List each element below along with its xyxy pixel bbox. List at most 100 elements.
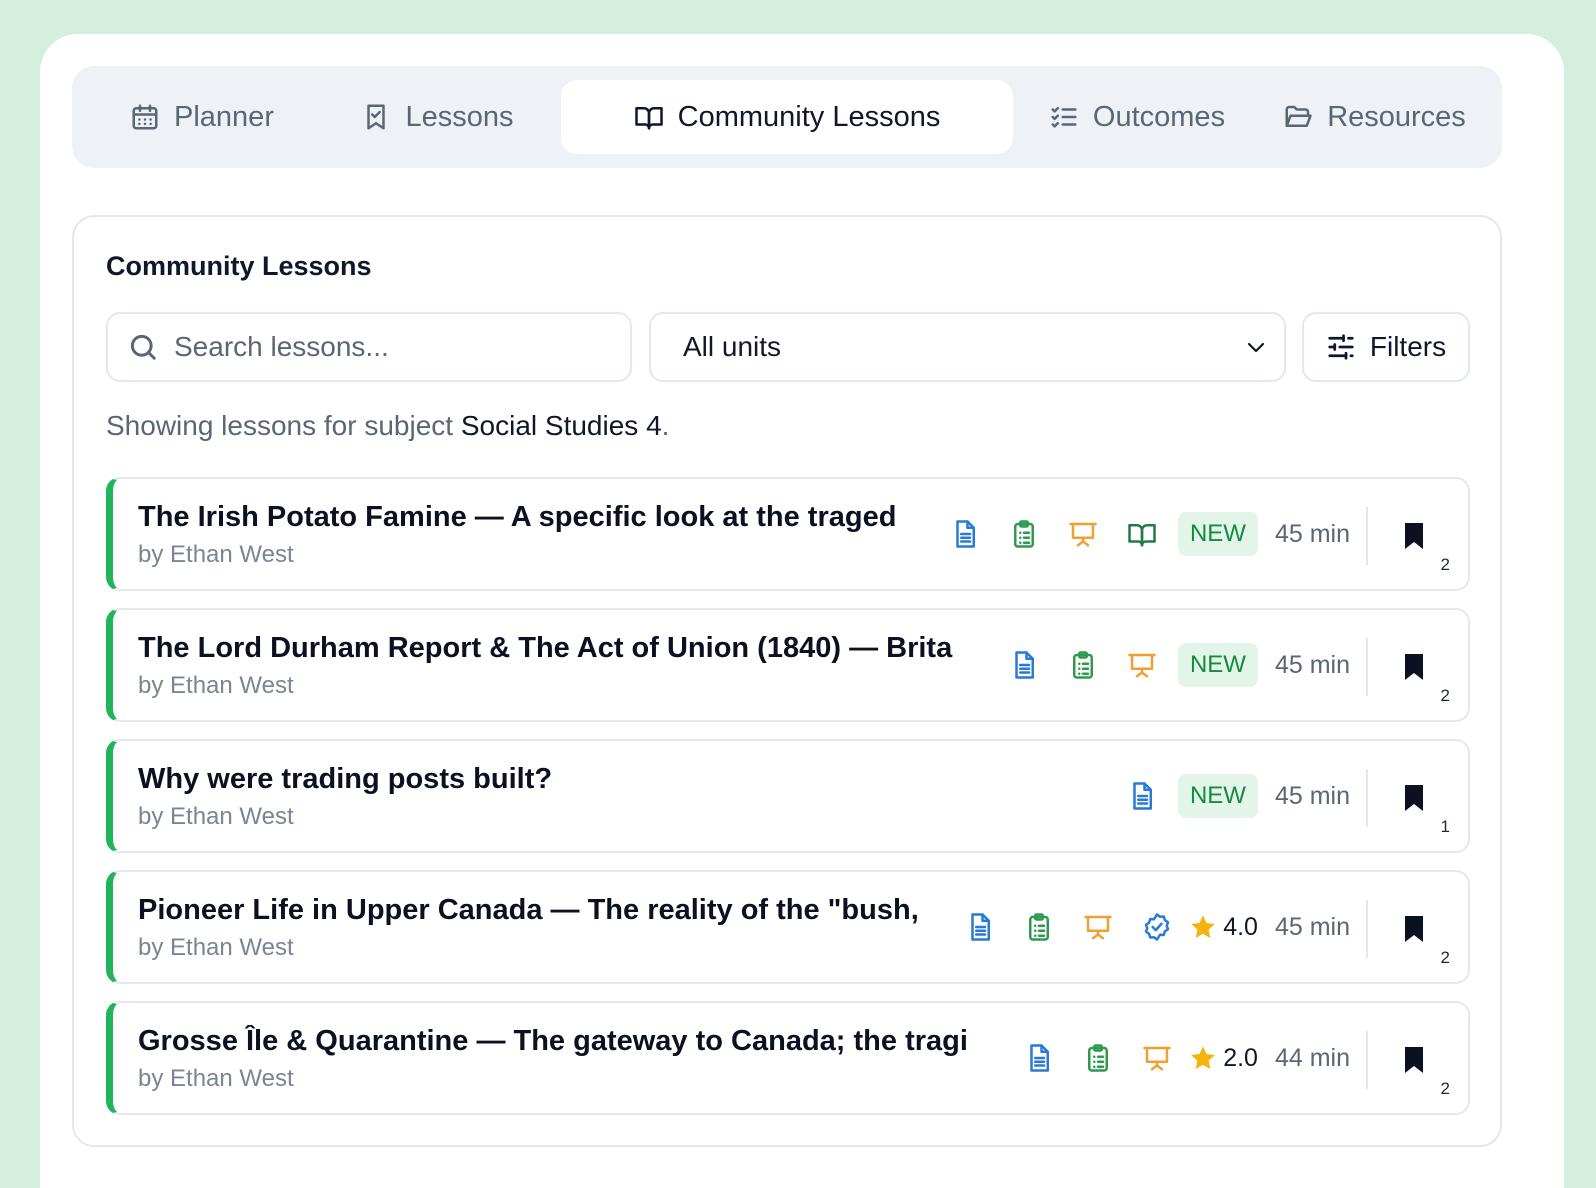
unit-select[interactable]: All units (649, 312, 1286, 382)
new-badge: NEW (1177, 643, 1258, 687)
lesson-author: by Ethan West (138, 1065, 294, 1092)
lesson-title[interactable]: Grosse Île & Quarantine — The gateway to… (138, 1025, 986, 1058)
lesson-meta: NEW 45 min (1127, 741, 1350, 851)
lesson-duration: 45 min (1274, 519, 1350, 548)
subject-note-prefix: Showing lessons for subject (106, 410, 454, 441)
search-input[interactable] (174, 331, 594, 363)
lesson-row[interactable]: Why were trading posts built? by Ethan W… (106, 739, 1470, 853)
bookmark-button[interactable] (1402, 521, 1426, 551)
clipboard-icon (1083, 1043, 1113, 1073)
lesson-meta: NEW 45 min (1009, 610, 1350, 720)
checklist-icon (1051, 107, 1077, 128)
document-icon (950, 519, 980, 549)
bookmark-icon (1405, 523, 1423, 549)
lesson-title[interactable]: Why were trading posts built? (138, 763, 1038, 796)
bookmark-button[interactable] (1402, 783, 1426, 813)
tab-lessons-label: Lessons (405, 100, 514, 133)
presentation-icon (1142, 1043, 1172, 1073)
presentation-icon (1083, 912, 1113, 942)
chevron-down-icon (1247, 342, 1265, 353)
tab-planner-label: Planner (174, 100, 274, 133)
bookmark-icon (1405, 654, 1423, 680)
subject-note-suffix: . (661, 410, 670, 441)
divider (1366, 1031, 1368, 1089)
bookmark-icon (1405, 916, 1423, 942)
star-icon (1191, 915, 1216, 938)
rating-value: 4.0 (1223, 912, 1258, 941)
open-book-icon (1127, 519, 1157, 549)
lesson-title[interactable]: Pioneer Life in Upper Canada — The reali… (138, 894, 938, 927)
open-book-icon (634, 107, 663, 130)
lesson-author: by Ethan West (138, 934, 294, 961)
folder-icon (1285, 105, 1312, 127)
bookmark-count: 2 (1440, 1079, 1450, 1098)
lesson-duration: 45 min (1274, 912, 1350, 941)
tab-bar: Planner Lessons Community Lessons Outcom… (72, 66, 1502, 168)
divider (1366, 900, 1368, 958)
clipboard-icon (1009, 519, 1039, 549)
lesson-title[interactable]: The Irish Potato Famine — A specific loo… (138, 501, 918, 534)
tab-resources-label: Resources (1327, 100, 1466, 133)
tab-resources[interactable]: Resources (1282, 80, 1467, 154)
bookmark-count: 1 (1440, 817, 1450, 836)
bookmark-icon (1405, 1047, 1423, 1073)
document-icon (1127, 781, 1157, 811)
bookmark-check-icon (367, 104, 386, 130)
star-icon (1191, 1046, 1216, 1069)
community-lessons-card: Community Lessons All units Filters Show… (72, 215, 1502, 1147)
search-icon (130, 334, 156, 360)
divider (1366, 638, 1368, 696)
lesson-title[interactable]: The Lord Durham Report & The Act of Unio… (138, 632, 973, 665)
divider (1366, 769, 1368, 827)
lesson-row[interactable]: Pioneer Life in Upper Canada — The reali… (106, 870, 1470, 984)
bookmark-count: 2 (1440, 555, 1450, 574)
new-badge: NEW (1177, 512, 1258, 556)
lesson-duration: 44 min (1274, 1043, 1350, 1072)
presentation-icon (1127, 650, 1157, 680)
divider (1366, 507, 1368, 565)
lesson-row[interactable]: The Irish Potato Famine — A specific loo… (106, 477, 1470, 591)
calendar-icon (132, 104, 158, 130)
tab-outcomes[interactable]: Outcomes (1047, 80, 1227, 154)
tab-outcomes-label: Outcomes (1092, 100, 1226, 133)
presentation-icon (1068, 519, 1098, 549)
bookmark-button[interactable] (1402, 1045, 1426, 1075)
clipboard-icon (1024, 912, 1054, 942)
subject-note: Showing lessons for subject Social Studi… (106, 410, 669, 442)
tab-community-lessons-label: Community Lessons (677, 100, 941, 133)
bookmark-count: 2 (1440, 948, 1450, 967)
subject-name: Social Studies 4 (460, 410, 662, 441)
lesson-author: by Ethan West (138, 541, 294, 568)
lesson-author: by Ethan West (138, 672, 294, 699)
filters-button[interactable]: Filters (1302, 312, 1470, 382)
tab-planner[interactable]: Planner (127, 80, 277, 154)
bookmark-icon (1405, 785, 1423, 811)
lesson-rating: 4.0 (1189, 913, 1258, 942)
lesson-meta: 4.0 45 min (965, 872, 1350, 982)
lesson-row[interactable]: The Lord Durham Report & The Act of Unio… (106, 608, 1470, 722)
unit-select-value: All units (683, 331, 782, 362)
tab-lessons[interactable]: Lessons (360, 80, 515, 154)
lesson-meta: 2.0 44 min (1024, 1003, 1350, 1113)
main-panel: Planner Lessons Community Lessons Outcom… (40, 34, 1564, 1188)
lesson-row[interactable]: Grosse Île & Quarantine — The gateway to… (106, 1001, 1470, 1115)
filters-label: Filters (1369, 331, 1447, 362)
lesson-meta: NEW 45 min (950, 479, 1350, 589)
rating-value: 2.0 (1223, 1043, 1258, 1072)
document-icon (965, 912, 995, 942)
sliders-icon (1328, 334, 1354, 360)
document-icon (1024, 1043, 1054, 1073)
lesson-duration: 45 min (1274, 650, 1350, 679)
bookmark-count: 2 (1440, 686, 1450, 705)
bookmark-button[interactable] (1402, 652, 1426, 682)
search-box[interactable] (106, 312, 632, 382)
new-badge: NEW (1177, 774, 1258, 818)
document-icon (1009, 650, 1039, 680)
clipboard-icon (1068, 650, 1098, 680)
tab-community-lessons[interactable]: Community Lessons (561, 80, 1013, 154)
bookmark-button[interactable] (1402, 914, 1426, 944)
lesson-author: by Ethan West (138, 803, 294, 830)
verified-badge-icon (1142, 912, 1172, 942)
lesson-duration: 45 min (1274, 781, 1350, 810)
card-title: Community Lessons (106, 251, 372, 281)
